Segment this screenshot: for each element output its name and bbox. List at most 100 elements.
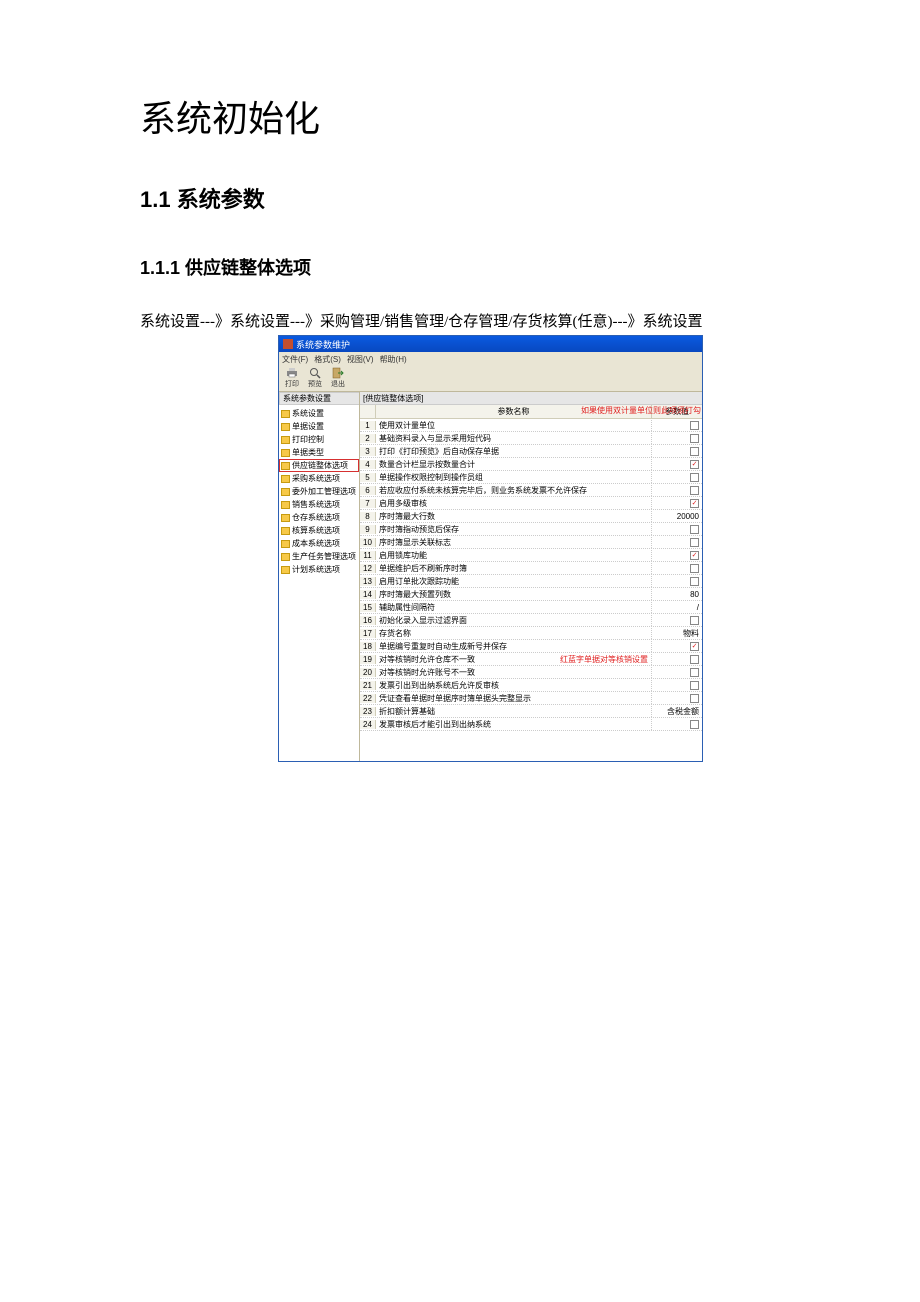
checkbox[interactable]: ✓ [690, 499, 699, 508]
checkbox[interactable] [690, 681, 699, 690]
menubar: 文件(F) 格式(S) 视图(V) 帮助(H) [279, 352, 702, 366]
preview-button[interactable]: 预览 [306, 367, 324, 389]
checkbox[interactable] [690, 655, 699, 664]
tab-supply-chain[interactable]: [供应链整体选项] [360, 392, 702, 405]
sidebar-header: 系统参数设置 [279, 392, 359, 405]
menu-file[interactable]: 文件(F) [282, 354, 308, 365]
checkbox[interactable] [690, 486, 699, 495]
menu-view[interactable]: 视图(V) [347, 354, 374, 365]
menu-help[interactable]: 帮助(H) [380, 354, 407, 365]
checkbox[interactable] [690, 525, 699, 534]
checkbox[interactable] [690, 421, 699, 430]
param-value[interactable]: 含税金额 [652, 706, 702, 717]
tree-item-3[interactable]: 单据类型 [279, 446, 359, 459]
print-button[interactable]: 打印 [283, 367, 301, 389]
param-name: 数量合计栏显示按数量合计 [376, 459, 652, 470]
param-value[interactable] [652, 681, 702, 690]
param-value[interactable] [652, 694, 702, 703]
tree-item-10[interactable]: 成本系统选项 [279, 537, 359, 550]
param-row: 1使用双计量单位 [360, 419, 702, 432]
checkbox[interactable]: ✓ [690, 460, 699, 469]
app-window: 系统参数维护 文件(F) 格式(S) 视图(V) 帮助(H) 打印 预览 退出 [278, 335, 703, 762]
menu-format[interactable]: 格式(S) [314, 354, 341, 365]
col-param-name: 参数名称 如果使用双计量单位则此项须打勾 [376, 405, 652, 418]
tree-item-9[interactable]: 核算系统选项 [279, 524, 359, 537]
row-index: 11 [360, 551, 376, 560]
grid-spacer [360, 731, 702, 761]
tree-item-1[interactable]: 单据设置 [279, 420, 359, 433]
param-name: 基础资料录入与显示采用短代码 [376, 433, 652, 444]
param-value[interactable] [652, 538, 702, 547]
app-icon [283, 339, 293, 349]
tree-label: 成本系统选项 [292, 538, 340, 549]
param-value[interactable]: ✓ [652, 460, 702, 469]
param-value[interactable] [652, 434, 702, 443]
checkbox[interactable] [690, 564, 699, 573]
param-value[interactable]: / [652, 603, 702, 612]
checkbox[interactable] [690, 434, 699, 443]
checkbox[interactable] [690, 616, 699, 625]
tree-label: 系统设置 [292, 408, 324, 419]
tree-item-0[interactable]: 系统设置 [279, 407, 359, 420]
param-value[interactable] [652, 577, 702, 586]
param-name: 若应收应付系统未核算完毕后，则业务系统发票不允许保存 [376, 485, 652, 496]
param-row: 12单据维护后不刷新序时簿 [360, 562, 702, 575]
checkbox[interactable] [690, 473, 699, 482]
checkbox[interactable] [690, 668, 699, 677]
row-index: 23 [360, 707, 376, 716]
folder-icon [281, 436, 290, 444]
param-value[interactable] [652, 447, 702, 456]
param-row: 5单据操作权限控制到操作员组 [360, 471, 702, 484]
param-row: 6若应收应付系统未核算完毕后，则业务系统发票不允许保存 [360, 484, 702, 497]
tree-item-11[interactable]: 生产任务管理选项 [279, 550, 359, 563]
checkbox[interactable] [690, 720, 699, 729]
tree-item-8[interactable]: 仓存系统选项 [279, 511, 359, 524]
param-row: 3打印《打印预览》后自动保存单据 [360, 445, 702, 458]
param-value[interactable]: ✓ [652, 551, 702, 560]
row-index: 19 [360, 655, 376, 664]
row-index: 22 [360, 694, 376, 703]
param-name: 初始化录入显示过滤界面 [376, 615, 652, 626]
sidebar: 系统参数设置 系统设置单据设置打印控制单据类型供应链整体选项采购系统选项委外加工… [279, 392, 359, 761]
param-value[interactable]: ✓ [652, 499, 702, 508]
folder-icon [281, 475, 290, 483]
tree-label: 计划系统选项 [292, 564, 340, 575]
checkbox[interactable] [690, 694, 699, 703]
row-index: 18 [360, 642, 376, 651]
print-icon [286, 367, 298, 379]
param-value[interactable] [652, 668, 702, 677]
param-value[interactable] [652, 525, 702, 534]
exit-button[interactable]: 退出 [329, 367, 347, 389]
param-value[interactable]: 20000 [652, 512, 702, 521]
tree-item-4[interactable]: 供应链整体选项 [279, 459, 359, 472]
param-value[interactable]: ✓ [652, 642, 702, 651]
param-value[interactable]: 80 [652, 590, 702, 599]
param-value[interactable] [652, 421, 702, 430]
checkbox[interactable] [690, 577, 699, 586]
param-name: 对等核销时允许仓库不一致红蓝字单据对等核销设置 [376, 654, 652, 665]
checkbox[interactable]: ✓ [690, 551, 699, 560]
checkbox[interactable]: ✓ [690, 642, 699, 651]
param-name: 对等核销时允许账号不一致 [376, 667, 652, 678]
tree-label: 核算系统选项 [292, 525, 340, 536]
tree-item-2[interactable]: 打印控制 [279, 433, 359, 446]
param-row: 9序时簿指动预览后保存 [360, 523, 702, 536]
param-value[interactable] [652, 720, 702, 729]
param-row: 21发票引出到出纳系统后允许反审核 [360, 679, 702, 692]
folder-icon [281, 566, 290, 574]
tree-item-12[interactable]: 计划系统选项 [279, 563, 359, 576]
checkbox[interactable] [690, 538, 699, 547]
param-value[interactable] [652, 486, 702, 495]
param-value[interactable] [652, 616, 702, 625]
tree-item-7[interactable]: 销售系统选项 [279, 498, 359, 511]
param-value[interactable] [652, 564, 702, 573]
param-value[interactable] [652, 473, 702, 482]
tree-item-5[interactable]: 采购系统选项 [279, 472, 359, 485]
param-value[interactable]: 物料 [652, 628, 702, 639]
param-value[interactable] [652, 655, 702, 664]
annotation-top: 如果使用双计量单位则此项须打勾 [581, 405, 701, 416]
param-grid: 参数名称 如果使用双计量单位则此项须打勾 参数值 1使用双计量单位2基础资料录入… [360, 405, 702, 761]
tree-item-6[interactable]: 委外加工管理选项 [279, 485, 359, 498]
checkbox[interactable] [690, 447, 699, 456]
row-index: 8 [360, 512, 376, 521]
